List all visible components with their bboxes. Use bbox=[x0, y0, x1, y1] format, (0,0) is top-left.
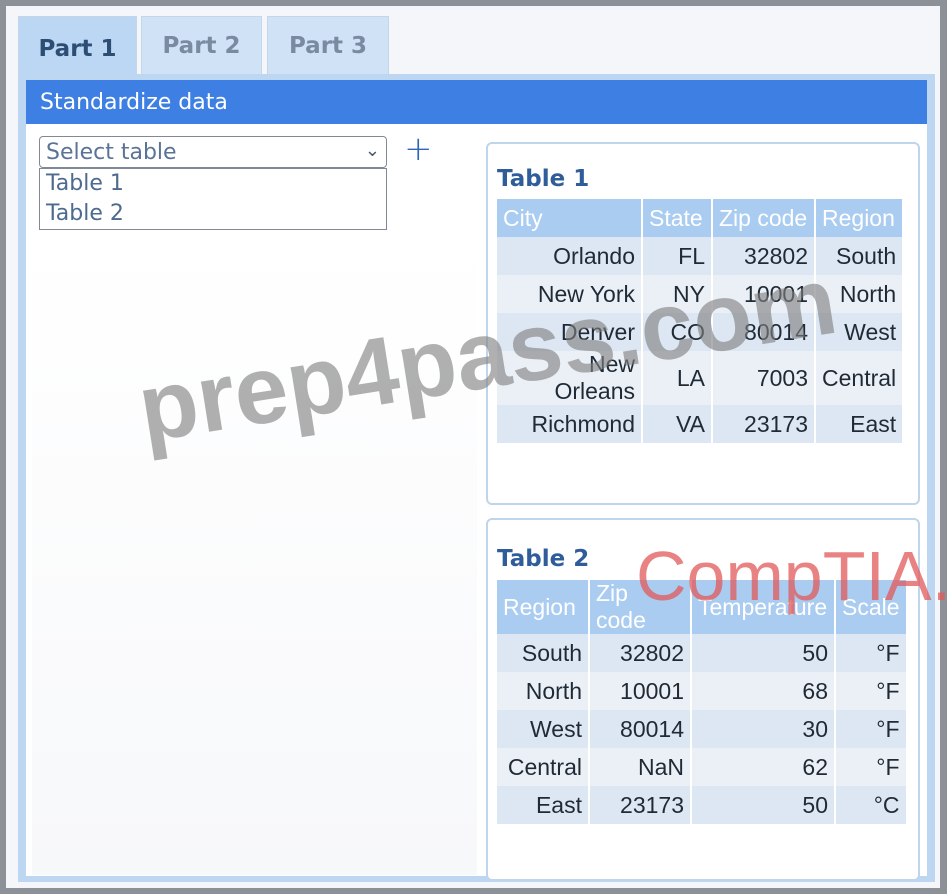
table-cell: East bbox=[497, 786, 590, 824]
table-select-value: Select table bbox=[46, 139, 177, 165]
table-cell: East bbox=[815, 405, 905, 443]
table-cell: 32802 bbox=[589, 634, 692, 672]
panel-content: Standardize data Select table ⌄ + Table … bbox=[26, 80, 927, 881]
table-cell: 10001 bbox=[712, 275, 816, 313]
column-header: Region bbox=[497, 580, 590, 634]
option-table-2[interactable]: Table 2 bbox=[40, 199, 386, 229]
table-select-dropdown[interactable]: Select table ⌄ bbox=[39, 136, 387, 168]
table-cell: °F bbox=[835, 672, 908, 710]
tab-part-1[interactable]: Part 1 bbox=[18, 16, 137, 80]
table-row: New Orleans LA 7003 Central bbox=[497, 351, 905, 405]
workspace-area bbox=[32, 235, 477, 875]
column-header: Zip code bbox=[712, 199, 816, 237]
table-cell: West bbox=[497, 710, 590, 748]
table-cell: South bbox=[497, 634, 590, 672]
table-header-row: Region Zip code Temperature Scale bbox=[497, 580, 908, 634]
table-cell: 30 bbox=[691, 710, 836, 748]
app-frame: Part 1 Part 2 Part 3 Standardize data Se… bbox=[6, 6, 947, 888]
table-row: Orlando FL 32802 South bbox=[497, 237, 905, 275]
table-cell: 50 bbox=[691, 634, 836, 672]
table1-card: Table 1 City State Zip code Region Orlan… bbox=[486, 142, 920, 505]
table-cell: Denver bbox=[497, 313, 643, 351]
column-header: Region bbox=[815, 199, 905, 237]
table-cell: °F bbox=[835, 710, 908, 748]
table-row: East 23173 50 °C bbox=[497, 786, 908, 824]
table-cell: 80014 bbox=[589, 710, 692, 748]
column-header: Zip code bbox=[589, 580, 692, 634]
table1: City State Zip code Region Orlando FL 32… bbox=[497, 199, 905, 443]
table-cell: 23173 bbox=[589, 786, 692, 824]
table-cell: CO bbox=[642, 313, 713, 351]
tab-panel: Standardize data Select table ⌄ + Table … bbox=[18, 74, 935, 882]
table-header-row: City State Zip code Region bbox=[497, 199, 905, 237]
table-cell: 80014 bbox=[712, 313, 816, 351]
table2-title: Table 2 bbox=[497, 546, 590, 572]
table-row: Denver CO 80014 West bbox=[497, 313, 905, 351]
table1-title: Table 1 bbox=[497, 166, 590, 192]
table-cell: South bbox=[815, 237, 905, 275]
table-cell: FL bbox=[642, 237, 713, 275]
chevron-down-icon: ⌄ bbox=[364, 140, 380, 161]
table-row: Central NaN 62 °F bbox=[497, 748, 908, 786]
table-cell: °F bbox=[835, 634, 908, 672]
column-header: Temperature bbox=[691, 580, 836, 634]
table-cell: 50 bbox=[691, 786, 836, 824]
table-cell: North bbox=[497, 672, 590, 710]
table-cell: New York bbox=[497, 275, 643, 313]
table-cell: 62 bbox=[691, 748, 836, 786]
table-cell: NaN bbox=[589, 748, 692, 786]
table-cell: VA bbox=[642, 405, 713, 443]
table-cell: LA bbox=[642, 351, 713, 405]
option-table-1[interactable]: Table 1 bbox=[40, 169, 386, 199]
table-cell: North bbox=[815, 275, 905, 313]
tab-part-3[interactable]: Part 3 bbox=[267, 16, 389, 74]
table-cell: Richmond bbox=[497, 405, 643, 443]
table-row: New York NY 10001 North bbox=[497, 275, 905, 313]
column-header: Scale bbox=[835, 580, 908, 634]
table-cell: °F bbox=[835, 748, 908, 786]
table-cell: Central bbox=[815, 351, 905, 405]
table-cell: West bbox=[815, 313, 905, 351]
table-row: Richmond VA 23173 East bbox=[497, 405, 905, 443]
table-cell: 68 bbox=[691, 672, 836, 710]
table-row: West 80014 30 °F bbox=[497, 710, 908, 748]
column-header: City bbox=[497, 199, 643, 237]
table-cell: 10001 bbox=[589, 672, 692, 710]
section-title: Standardize data bbox=[40, 89, 228, 115]
table-cell: 23173 bbox=[712, 405, 816, 443]
plus-icon[interactable]: + bbox=[404, 132, 433, 166]
table-cell: °C bbox=[835, 786, 908, 824]
table2: Region Zip code Temperature Scale South … bbox=[497, 580, 908, 824]
table-row: South 32802 50 °F bbox=[497, 634, 908, 672]
table-cell: Central bbox=[497, 748, 590, 786]
column-header: State bbox=[642, 199, 713, 237]
table-row: North 10001 68 °F bbox=[497, 672, 908, 710]
section-header: Standardize data bbox=[26, 80, 927, 124]
table-cell: 32802 bbox=[712, 237, 816, 275]
table-cell: NY bbox=[642, 275, 713, 313]
table-cell: New Orleans bbox=[497, 351, 643, 405]
table-cell: 7003 bbox=[712, 351, 816, 405]
tab-part-2[interactable]: Part 2 bbox=[141, 16, 262, 74]
table-select-options: Table 1 Table 2 bbox=[39, 168, 387, 230]
table2-card: Table 2 Region Zip code Temperature Scal… bbox=[486, 518, 920, 881]
table-cell: Orlando bbox=[497, 237, 643, 275]
